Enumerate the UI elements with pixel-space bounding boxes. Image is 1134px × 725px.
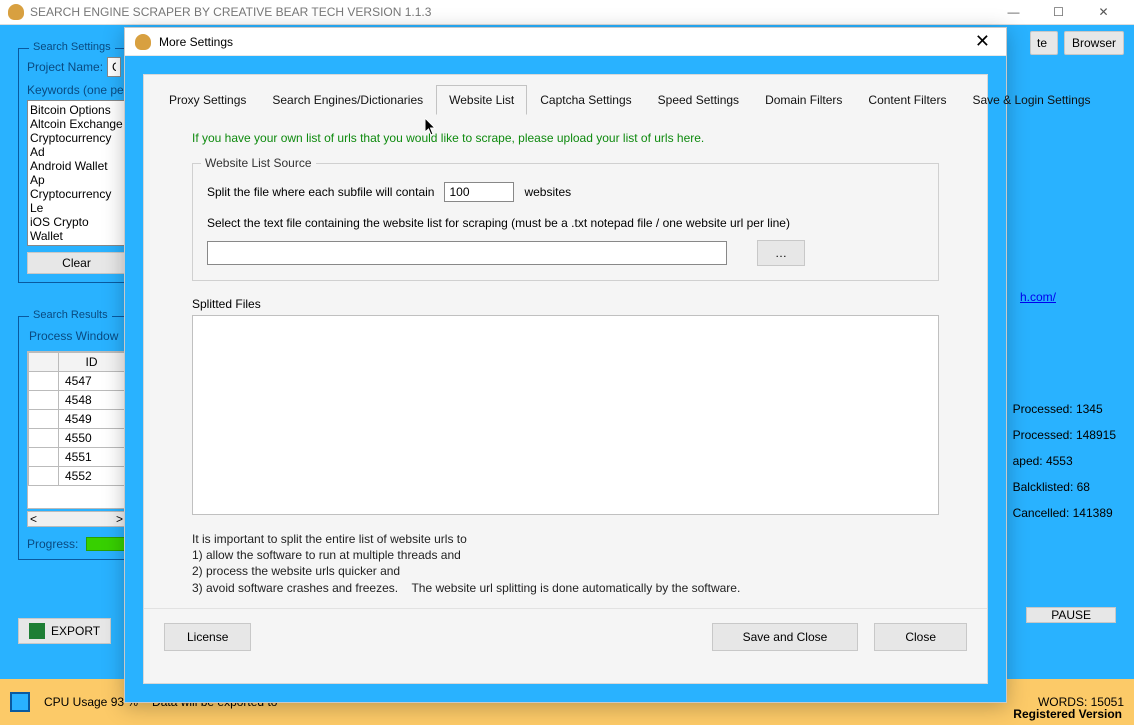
list-item: Cryptocurrency Bl xyxy=(30,243,123,246)
table-row: 4548 xyxy=(59,391,125,410)
stats: Processed: 1345 Processed: 148915 aped: … xyxy=(1013,402,1116,520)
tab-website-list[interactable]: Website List xyxy=(436,85,527,115)
progress-bar xyxy=(86,537,126,551)
group-legend: Website List Source xyxy=(201,156,316,170)
window-titlebar: SEARCH ENGINE SCRAPER BY CREATIVE BEAR T… xyxy=(0,0,1134,25)
list-item: Altcoin Exchange xyxy=(30,117,123,131)
table-row: 4549 xyxy=(59,410,125,429)
dialog-title: More Settings xyxy=(159,35,233,49)
tab-proxy[interactable]: Proxy Settings xyxy=(156,85,259,115)
bear-icon xyxy=(135,34,151,50)
close-button[interactable]: Close xyxy=(874,623,967,651)
horizontal-scrollbar[interactable]: <> xyxy=(27,511,126,527)
tab-engines[interactable]: Search Engines/Dictionaries xyxy=(259,85,436,115)
split-label: Split the file where each subfile will c… xyxy=(207,185,434,199)
splitted-files-label: Splitted Files xyxy=(144,291,987,311)
tab-save-login[interactable]: Save & Login Settings xyxy=(959,85,1103,115)
website-list-path-field[interactable] xyxy=(207,241,727,265)
bear-icon xyxy=(8,4,24,20)
project-name-label: Project Name: xyxy=(27,60,103,74)
tab-captcha[interactable]: Captcha Settings xyxy=(527,85,644,115)
project-name-field[interactable] xyxy=(107,57,121,77)
stat-cancelled: Cancelled: 141389 xyxy=(1013,506,1116,520)
results-table[interactable]: ID 4547 4548 4549 4550 4551 4552 xyxy=(27,351,126,509)
stat-processed-2: Processed: 148915 xyxy=(1013,428,1116,442)
dialog-close-button[interactable]: ✕ xyxy=(969,29,996,54)
intro-text: If you have your own list of urls that y… xyxy=(144,115,987,153)
search-settings-legend: Search Settings xyxy=(29,41,115,53)
tab-speed[interactable]: Speed Settings xyxy=(645,85,752,115)
partial-button[interactable]: te xyxy=(1030,31,1058,55)
table-row: 4552 xyxy=(59,467,125,486)
minimize-button[interactable]: — xyxy=(991,0,1036,24)
list-item: iOS Crypto Wallet xyxy=(30,215,123,243)
more-settings-dialog: More Settings ✕ Proxy Settings Search En… xyxy=(124,27,1007,703)
split-suffix: websites xyxy=(524,185,571,199)
cpu-icon xyxy=(10,692,30,712)
maximize-button[interactable]: ☐ xyxy=(1036,0,1081,24)
list-item: Bitcoin Options xyxy=(30,103,123,117)
select-file-label: Select the text file containing the webs… xyxy=(207,216,924,230)
side-link[interactable]: h.com/ xyxy=(1020,290,1056,304)
keywords-list[interactable]: Bitcoin Options Altcoin Exchange Cryptoc… xyxy=(27,100,126,246)
license-button[interactable]: License xyxy=(164,623,251,651)
dialog-footer: License Save and Close Close xyxy=(144,608,987,665)
tab-strip: Proxy Settings Search Engines/Dictionari… xyxy=(144,75,987,115)
search-results-legend: Search Results xyxy=(29,309,112,321)
splitted-files-box[interactable] xyxy=(192,315,939,515)
tab-domain-filters[interactable]: Domain Filters xyxy=(752,85,855,115)
website-list-source-group: Website List Source Split the file where… xyxy=(192,163,939,281)
id-header: ID xyxy=(59,353,125,372)
app-title: SEARCH ENGINE SCRAPER BY CREATIVE BEAR T… xyxy=(30,5,431,19)
list-item: Android Wallet Ap xyxy=(30,159,123,187)
table-row: 4547 xyxy=(59,372,125,391)
search-results-group: Search Results Process Window ID 4547 45… xyxy=(18,316,135,560)
stat-processed-1: Processed: 1345 xyxy=(1013,402,1116,416)
list-item: Cryptocurrency Ad xyxy=(30,131,123,159)
note-text: It is important to split the entire list… xyxy=(144,525,987,608)
dialog-titlebar: More Settings ✕ xyxy=(125,28,1006,56)
save-close-button[interactable]: Save and Close xyxy=(712,623,859,651)
tab-content-filters[interactable]: Content Filters xyxy=(855,85,959,115)
export-button[interactable]: EXPORT xyxy=(18,618,111,644)
stat-scraped: aped: 4553 xyxy=(1013,454,1116,468)
search-settings-group: Search Settings Project Name: Keywords (… xyxy=(18,48,135,283)
split-count-field[interactable] xyxy=(444,182,514,202)
excel-icon xyxy=(29,623,45,639)
list-item: Cryptocurrency Le xyxy=(30,187,123,215)
registered-label: Registered Version xyxy=(1013,707,1122,721)
browse-button[interactable]: … xyxy=(757,240,805,266)
clear-button[interactable]: Clear xyxy=(27,252,126,274)
close-button[interactable]: ✕ xyxy=(1081,0,1126,24)
table-row: 4550 xyxy=(59,429,125,448)
process-window-label: Process Window xyxy=(29,329,126,343)
table-row: 4551 xyxy=(59,448,125,467)
pause-button[interactable]: PAUSE xyxy=(1026,607,1116,623)
stat-blacklisted: Balcklisted: 68 xyxy=(1013,480,1116,494)
progress-label: Progress: xyxy=(27,537,78,551)
keywords-label: Keywords (one pe xyxy=(27,83,126,97)
browser-button[interactable]: Browser xyxy=(1064,31,1124,55)
